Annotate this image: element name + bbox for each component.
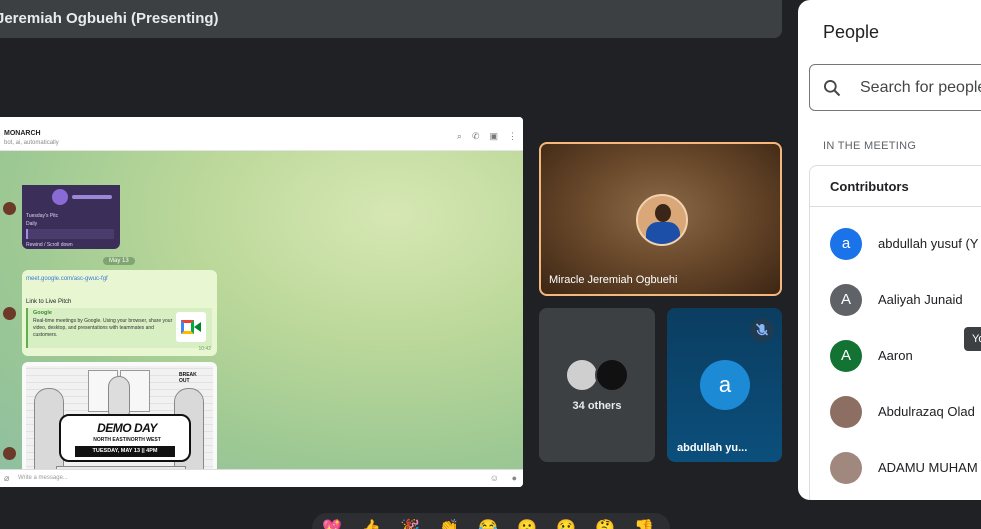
avatar: A	[830, 284, 862, 316]
reply-quote	[26, 229, 114, 239]
avatar	[595, 358, 629, 392]
avatar	[3, 202, 16, 215]
participant-name: abdullah yu...	[677, 442, 748, 454]
reaction-button[interactable]: 🤔	[593, 517, 617, 529]
meet-stage: Jeremiah Ogbuehi (Presenting) MONARCH bo…	[0, 0, 981, 529]
participant-name: ADAMU MUHAM	[878, 460, 978, 475]
participant-row[interactable]: ADAMU MUHAM	[830, 452, 981, 484]
reaction-button[interactable]: 👏	[437, 517, 461, 529]
search-icon	[824, 80, 841, 97]
participant-name: Aaron	[878, 348, 913, 363]
chat-subtitle: bot, ai, automatically	[4, 140, 59, 146]
link-preview: Google Real-time meetings by Google. Usi…	[26, 308, 212, 348]
people-search	[809, 64, 981, 111]
voice-msg-text: Rewind / Scroll down	[26, 242, 73, 248]
participant-name: Abdulrazaq Olad	[878, 404, 975, 419]
chat-background: Tuesday's Pitc Daily Rewind / Scroll dow…	[0, 151, 523, 487]
participant-row[interactable]: A Aaron	[830, 340, 981, 372]
chat-name: MONARCH	[4, 130, 41, 137]
emoji-icon: ☺	[489, 473, 499, 483]
reaction-button[interactable]: 💖	[320, 517, 344, 529]
voice-message-bubble: Tuesday's Pitc Daily Rewind / Scroll dow…	[22, 185, 120, 249]
others-count: 34 others	[572, 400, 622, 412]
reactions-bar: 💖 👍 🎉 👏 😂 😮 😢 🤔 👎	[312, 513, 670, 529]
avatar	[3, 307, 16, 320]
participant-row[interactable]: A Aaliyah Junaid	[830, 284, 981, 316]
avatar: A	[830, 340, 862, 372]
avatar	[830, 452, 862, 484]
google-meet-icon	[176, 312, 206, 342]
preview-description: Real-time meetings by Google. Using your…	[33, 318, 173, 338]
tooltip: Yo	[964, 327, 981, 351]
participant-row[interactable]: a abdullah yusuf (Y	[830, 228, 981, 260]
participant-name: Aaliyah Junaid	[878, 292, 963, 307]
poster-logo: BREAK OUT	[179, 372, 197, 384]
reaction-button[interactable]: 😢	[554, 517, 578, 529]
poster-date: TUESDAY, MAY 13 || 4PM	[75, 446, 175, 457]
voice-msg-text: Daily	[26, 221, 38, 227]
presenting-title: Jeremiah Ogbuehi (Presenting)	[0, 10, 219, 27]
divider	[810, 206, 981, 207]
poster-title: DEMO DAY	[97, 421, 157, 435]
link-url: meet.google.com/asc-gwuc-fgf	[26, 276, 108, 282]
attach-icon: ⌀	[4, 473, 10, 483]
participant-tile-main[interactable]: Miracle Jeremiah Ogbuehi	[539, 142, 782, 296]
composer-placeholder: Write a message...	[18, 475, 68, 481]
participant-name: Miracle Jeremiah Ogbuehi	[549, 274, 678, 286]
reaction-button[interactable]: 😂	[476, 517, 500, 529]
participant-name: abdullah yusuf (Y	[878, 236, 979, 251]
avatar: a	[830, 228, 862, 260]
group-header: Contributors	[830, 179, 909, 194]
avatar	[565, 358, 599, 392]
mic-icon: ●	[511, 473, 517, 483]
message-time: 10:42	[198, 346, 211, 352]
preview-title: Google	[33, 310, 52, 316]
shared-screen: MONARCH bot, ai, automatically ⌕ ✆ ▣ ⋮ T…	[0, 117, 523, 487]
reaction-button[interactable]: 👎	[632, 517, 656, 529]
others-tile[interactable]: 34 others	[539, 308, 655, 462]
avatar: a	[700, 360, 750, 410]
waveform	[72, 195, 112, 199]
avatar	[3, 447, 16, 460]
phone-icon: ✆	[471, 131, 480, 141]
reaction-button[interactable]: 🎉	[398, 517, 422, 529]
reaction-button[interactable]: 👍	[359, 517, 383, 529]
avatar	[636, 194, 688, 246]
link-text: Link to Live Pitch	[26, 299, 72, 305]
voice-msg-text: Tuesday's Pitc	[26, 213, 59, 219]
section-label: IN THE MEETING	[823, 140, 917, 152]
date-chip: May 13	[103, 257, 135, 265]
chat-topbar: MONARCH bot, ai, automatically ⌕ ✆ ▣ ⋮	[0, 117, 523, 151]
link-message-bubble: meet.google.com/asc-gwuc-fgf Link to Liv…	[22, 270, 217, 356]
play-icon	[52, 189, 68, 205]
poster-subtitle: NORTH EAST/NORTH WEST	[93, 437, 161, 443]
more-icon: ⋮	[508, 131, 517, 141]
poster-banner: DEMO DAY NORTH EAST/NORTH WEST TUESDAY, …	[59, 414, 191, 462]
sidebar-icon: ▣	[489, 131, 498, 141]
panel-title: People	[823, 22, 880, 42]
mic-off-icon	[750, 318, 774, 342]
reaction-button[interactable]: 😮	[515, 517, 539, 529]
participant-tile[interactable]: a abdullah yu...	[667, 308, 782, 462]
presenting-bar: Jeremiah Ogbuehi (Presenting)	[0, 0, 782, 38]
contributors-group[interactable]: Contributors a abdullah yusuf (Y A Aaliyah …	[809, 165, 981, 500]
message-composer[interactable]: ⌀ Write a message... ☺ ●	[0, 469, 523, 487]
search-icon: ⌕	[456, 131, 462, 141]
people-panel: People IN THE MEETING Contributors a abdu…	[798, 0, 981, 500]
participant-row[interactable]: Abdulrazaq Olad	[830, 396, 981, 428]
avatar	[830, 396, 862, 428]
search-input[interactable]	[860, 77, 981, 99]
